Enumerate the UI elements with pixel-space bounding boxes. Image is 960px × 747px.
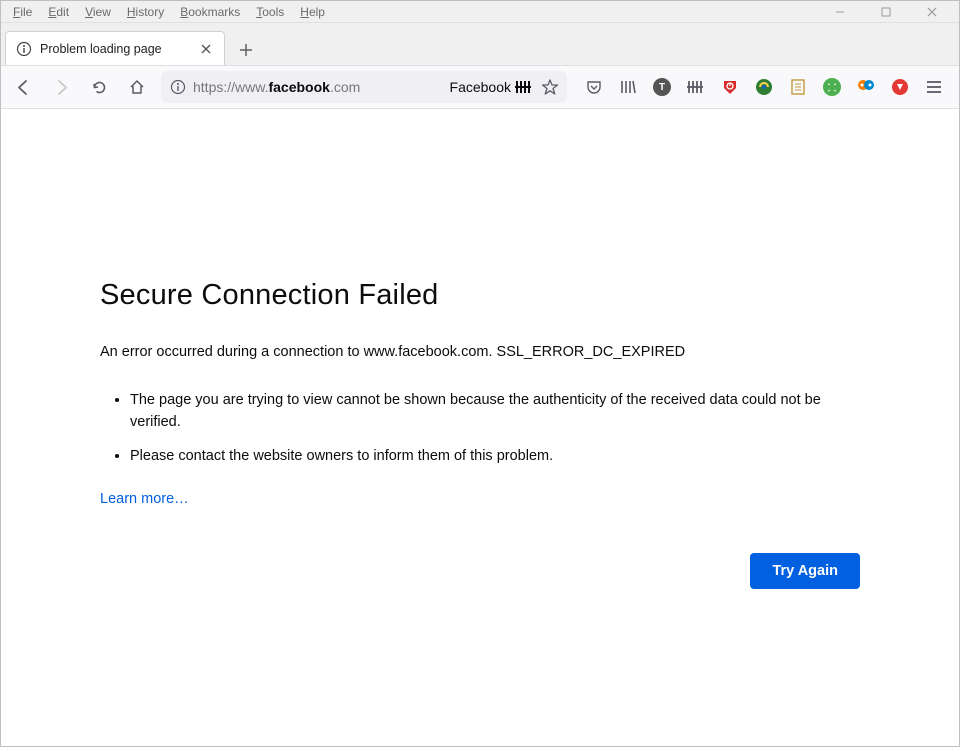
library-icon[interactable] (617, 76, 639, 98)
menu-history[interactable]: History (119, 3, 172, 21)
menu-bar: File Edit View History Bookmarks Tools H… (1, 1, 959, 23)
menu-file[interactable]: File (5, 3, 40, 21)
extension-ublock-icon[interactable] (719, 76, 741, 98)
learn-more-link[interactable]: Learn more… (100, 491, 189, 507)
tab-bar: Problem loading page (1, 23, 959, 65)
menu-bookmarks[interactable]: Bookmarks (172, 3, 248, 21)
tab-title: Problem loading page (40, 42, 190, 56)
bookmark-star-icon[interactable] (541, 78, 559, 96)
window-minimize-button[interactable] (817, 1, 863, 23)
error-title: Secure Connection Failed (100, 279, 860, 312)
url-bar[interactable]: https://www.facebook.com Facebook (161, 71, 567, 103)
nav-toolbar: https://www.facebook.com Facebook (1, 65, 959, 109)
new-tab-button[interactable] (231, 35, 261, 65)
app-menu-button[interactable] (923, 76, 945, 98)
nav-reload-button[interactable] (85, 73, 113, 101)
menu-tools[interactable]: Tools (248, 3, 292, 21)
page-content: Secure Connection Failed An error occurr… (1, 109, 959, 746)
site-info-icon[interactable] (169, 79, 187, 95)
nav-back-button[interactable] (9, 73, 37, 101)
tab-problem-loading-page[interactable]: Problem loading page (5, 31, 225, 65)
error-short-desc: An error occurred during a connection to… (100, 344, 860, 360)
tab-close-button[interactable] (198, 41, 214, 57)
window-maximize-button[interactable] (863, 1, 909, 23)
extension-privacy-icon[interactable] (855, 76, 877, 98)
extension-notes-icon[interactable] (787, 76, 809, 98)
window-close-button[interactable] (909, 1, 955, 23)
menu-edit[interactable]: Edit (40, 3, 77, 21)
menu-view[interactable]: View (77, 3, 119, 21)
container-badge[interactable]: Facebook (450, 79, 533, 95)
try-again-button[interactable]: Try Again (750, 553, 860, 589)
menu-help[interactable]: Help (292, 3, 333, 21)
error-bullet: The page you are trying to view cannot b… (130, 390, 860, 434)
info-icon (16, 41, 32, 57)
error-bullet: Please contact the website owners to inf… (130, 446, 860, 468)
pocket-icon[interactable] (583, 76, 605, 98)
nav-home-button[interactable] (123, 73, 151, 101)
extension-downloader-icon[interactable] (753, 76, 775, 98)
extension-t-icon[interactable]: T (651, 76, 673, 98)
extension-fence-icon[interactable] (685, 76, 707, 98)
url-text: https://www.facebook.com (193, 79, 444, 95)
nav-forward-button[interactable] (47, 73, 75, 101)
extension-green-icon[interactable]: ⸬ (821, 76, 843, 98)
extension-adblock-icon[interactable] (889, 76, 911, 98)
